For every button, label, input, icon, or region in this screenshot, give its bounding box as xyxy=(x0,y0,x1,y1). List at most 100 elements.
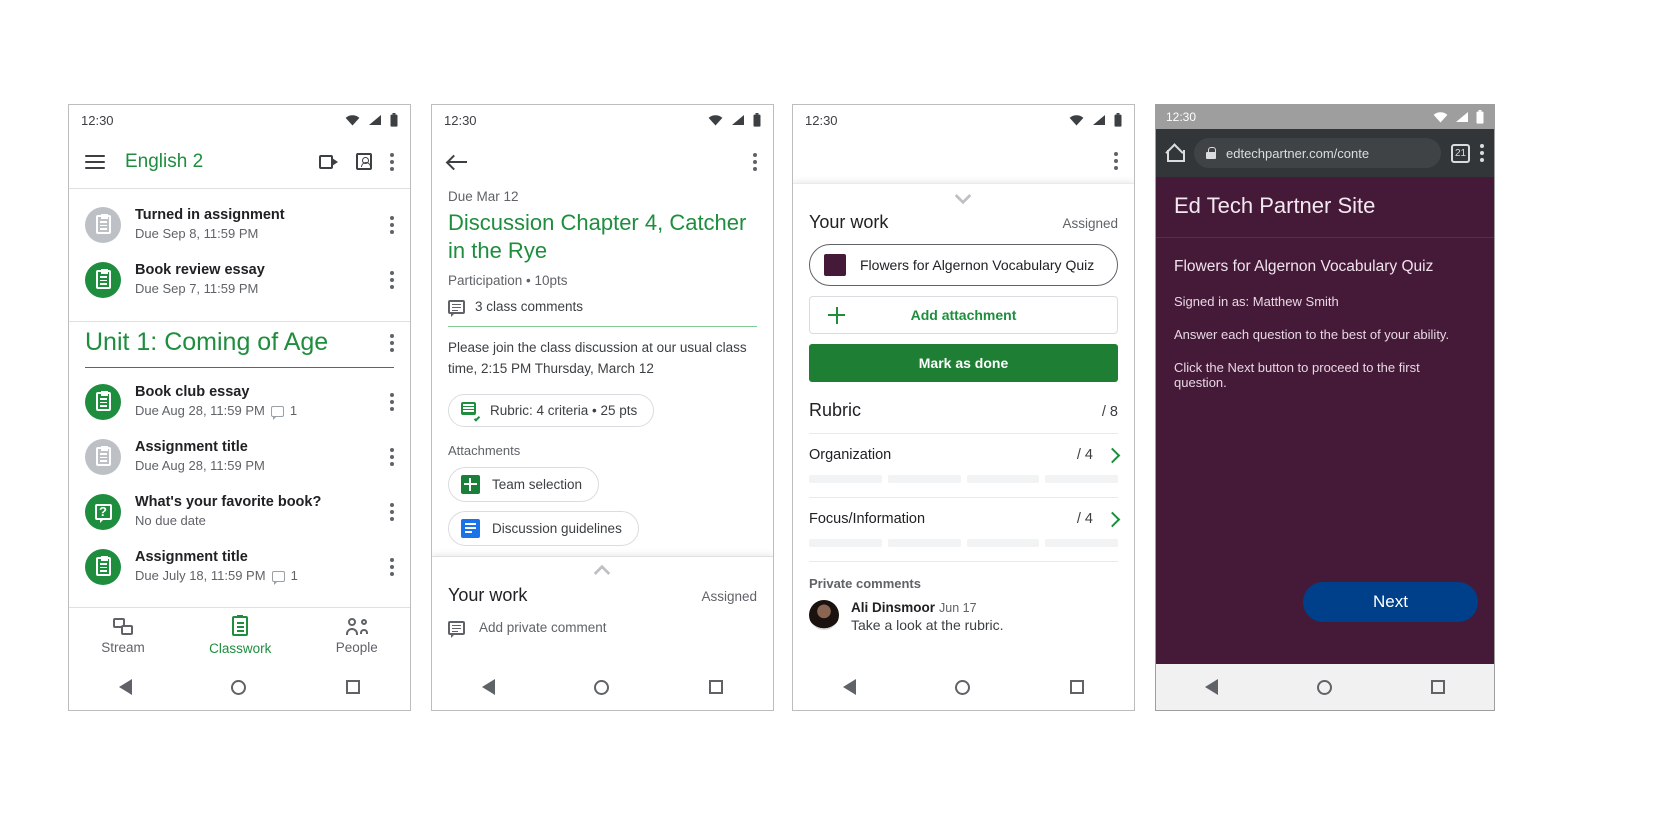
item-overflow-icon[interactable] xyxy=(390,447,394,466)
assignment-icon xyxy=(85,548,121,585)
assignment-meta: Participation • 10pts xyxy=(448,273,568,288)
menu-icon[interactable] xyxy=(85,154,105,169)
list-item[interactable]: Turned in assignment Due Sep 8, 11:59 PM xyxy=(69,197,410,252)
status-bar: 12:30 xyxy=(793,105,1134,135)
battery-icon xyxy=(1476,110,1484,124)
docs-icon xyxy=(461,518,480,538)
recents-nav-icon[interactable] xyxy=(1070,680,1085,694)
quiz-thumbnail-icon xyxy=(824,254,846,276)
item-due: Due Aug 28, 11:59 PM xyxy=(135,457,265,473)
attachment-chip[interactable]: Team selection xyxy=(448,466,600,502)
topic-overflow-icon[interactable] xyxy=(390,333,394,352)
browser-menu-icon[interactable] xyxy=(1480,144,1484,162)
people-icon xyxy=(345,617,368,635)
chevron-right-icon[interactable] xyxy=(1104,447,1121,463)
signal-icon xyxy=(369,115,381,125)
topic-title: Unit 1: Coming of Age xyxy=(85,328,329,357)
back-nav-icon[interactable] xyxy=(481,679,495,695)
next-button[interactable]: Next xyxy=(1303,582,1478,622)
sheets-icon xyxy=(461,474,480,494)
list-item[interactable]: ? What's your favorite book? No due date xyxy=(69,484,410,539)
signal-icon xyxy=(1456,112,1468,122)
overflow-menu-icon[interactable] xyxy=(753,153,757,171)
add-attachment-button[interactable]: Add attachment xyxy=(809,296,1118,334)
topic-header: Unit 1: Coming of Age xyxy=(69,322,410,357)
tab-people[interactable]: People xyxy=(336,617,378,655)
attachment-1-wrap: Team selection xyxy=(448,466,757,502)
home-nav-icon[interactable] xyxy=(1316,679,1332,695)
video-call-icon[interactable] xyxy=(319,154,338,169)
overflow-menu-icon[interactable] xyxy=(1114,152,1118,170)
overflow-menu-icon[interactable] xyxy=(390,152,394,171)
phone-assignment-detail: 12:30 Due Mar 12 Discussion Chapter 4, C… xyxy=(431,104,774,711)
private-comments-label: Private comments xyxy=(809,576,921,591)
mark-as-done-button[interactable]: Mark as done xyxy=(809,344,1118,382)
comment-text: Take a look at the rubric. xyxy=(851,617,1004,633)
tab-classwork[interactable]: Classwork xyxy=(209,615,272,656)
wifi-icon xyxy=(708,114,723,126)
item-overflow-icon[interactable] xyxy=(390,270,394,289)
home-nav-icon[interactable] xyxy=(594,679,610,695)
class-code-icon[interactable] xyxy=(356,153,372,170)
phone-your-work: 12:30 Your work Assigned Flowers for Alg… xyxy=(792,104,1135,711)
list-item[interactable]: Assignment title Due Aug 28, 11:59 PM xyxy=(69,429,410,484)
your-work-status: Assigned xyxy=(1062,216,1118,231)
item-overflow-icon[interactable] xyxy=(390,557,394,576)
criterion-name: Focus/Information xyxy=(809,511,926,527)
divider xyxy=(448,326,757,327)
status-clock: 12:30 xyxy=(1166,110,1197,124)
chevron-right-icon[interactable] xyxy=(1104,511,1121,527)
sheet-expand-handle[interactable] xyxy=(448,557,757,577)
list-item[interactable]: Book review essay Due Sep 7, 11:59 PM xyxy=(69,252,410,307)
recents-nav-icon[interactable] xyxy=(709,680,724,694)
tab-stream[interactable]: Stream xyxy=(101,617,145,655)
back-icon[interactable] xyxy=(448,154,468,170)
your-work-header: Your work Assigned xyxy=(448,577,757,606)
list-item[interactable]: Book club essay Due Aug 28, 11:59 PM 1 xyxy=(69,374,410,429)
recents-nav-icon[interactable] xyxy=(1430,680,1445,694)
criterion-levels xyxy=(809,539,1118,547)
item-overflow-icon[interactable] xyxy=(390,392,394,411)
criterion-name: Organization xyxy=(809,447,892,463)
browser-toolbar: edtechpartner.com/conte 21 xyxy=(1156,129,1494,177)
list-item[interactable]: Assignment title Due July 18, 11:59 PM 1 xyxy=(69,539,410,594)
web-page: Ed Tech Partner Site Flowers for Algerno… xyxy=(1156,177,1494,664)
home-icon[interactable] xyxy=(1166,145,1185,162)
add-attachment-label: Add attachment xyxy=(910,307,1017,323)
tab-count-button[interactable]: 21 xyxy=(1451,143,1470,163)
url-bar[interactable]: edtechpartner.com/conte xyxy=(1194,138,1441,168)
rubric-criterion[interactable]: Focus/Information / 4 xyxy=(809,498,1121,547)
your-work-header: Your work Assigned xyxy=(809,204,1118,233)
item-overflow-icon[interactable] xyxy=(390,215,394,234)
back-nav-icon[interactable] xyxy=(118,679,132,695)
item-due: Due July 18, 11:59 PM xyxy=(135,568,266,583)
comment-icon xyxy=(448,299,465,317)
recents-nav-icon[interactable] xyxy=(346,680,361,694)
class-comments-row[interactable]: 3 class comments xyxy=(448,299,757,317)
submitted-attachment-chip[interactable]: Flowers for Algernon Vocabulary Quiz xyxy=(809,244,1118,286)
item-overflow-icon[interactable] xyxy=(390,502,394,521)
home-nav-icon[interactable] xyxy=(955,679,971,695)
back-nav-icon[interactable] xyxy=(1205,679,1219,695)
sheet-collapse-handle[interactable] xyxy=(809,184,1118,204)
status-icons xyxy=(1433,110,1484,124)
rubric-chip[interactable]: Rubric: 4 criteria • 25 pts xyxy=(448,393,655,427)
attachment-label: Team selection xyxy=(492,476,583,492)
rubric-chip-wrap: Rubric: 4 criteria • 25 pts xyxy=(448,393,757,427)
signal-icon xyxy=(732,115,744,125)
wifi-icon xyxy=(1069,114,1084,126)
comment-icon xyxy=(271,570,285,585)
attachment-2-wrap: Discussion guidelines xyxy=(448,510,757,546)
add-private-comment[interactable]: Add private comment xyxy=(448,620,757,638)
rubric-criterion[interactable]: Organization / 4 xyxy=(809,434,1121,483)
tab-label: Classwork xyxy=(209,641,272,656)
battery-icon xyxy=(1114,113,1122,127)
attachment-chip[interactable]: Discussion guidelines xyxy=(448,510,639,546)
status-clock: 12:30 xyxy=(81,112,114,128)
avatar xyxy=(809,600,839,630)
criterion-score: / 4 xyxy=(1076,447,1093,463)
back-nav-icon[interactable] xyxy=(842,679,856,695)
your-work-sheet: Your work Assigned Flowers for Algernon … xyxy=(793,183,1134,664)
home-nav-icon[interactable] xyxy=(231,679,247,695)
tab-label: Stream xyxy=(101,639,145,655)
